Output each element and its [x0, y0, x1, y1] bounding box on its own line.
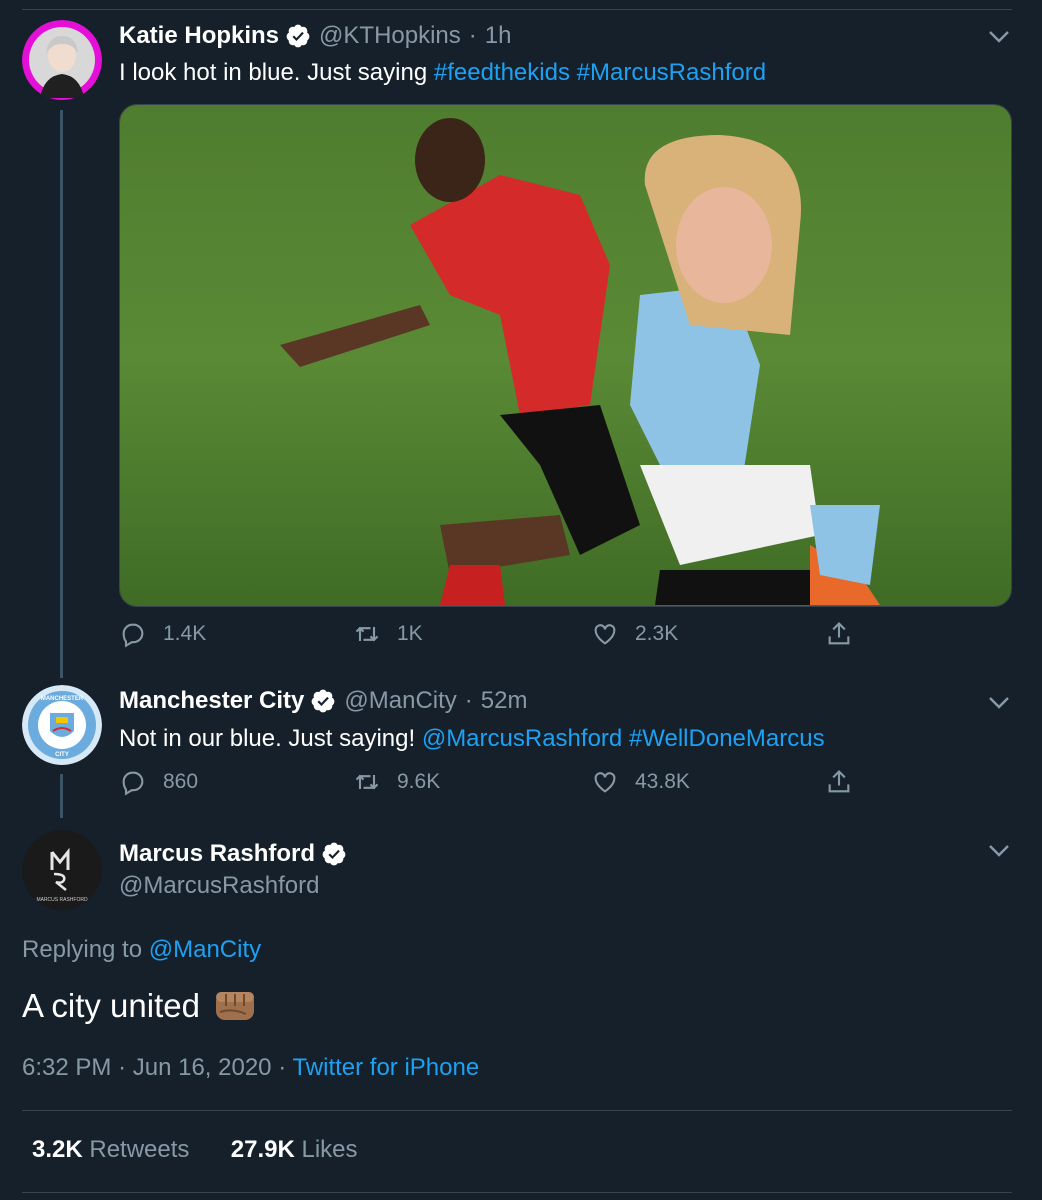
chevron-down-icon[interactable] [988, 30, 1010, 44]
hashtag-welldonemarcus[interactable]: #WellDoneMarcus [629, 725, 825, 752]
retweet-count: 1K [397, 622, 423, 645]
avatar-marcus-rashford[interactable]: MARCUS RASHFORD [22, 830, 102, 910]
replying-to-link[interactable]: @ManCity [149, 936, 261, 963]
tweet-source[interactable]: Twitter for iPhone [292, 1054, 479, 1081]
likes-label: Likes [301, 1136, 358, 1163]
logo-text-top: MANCHESTER [41, 696, 84, 702]
tweet-stats: 3.2K Retweets 27.9K Likes [32, 1136, 358, 1164]
main-tweet-body: A city united [22, 987, 200, 1024]
tweet-header: Manchester City @ManCity · 52m [119, 687, 527, 715]
share-action[interactable] [825, 768, 869, 796]
tweet-actions: 860 9.6K 43.8K [119, 768, 859, 802]
retweets-label: Retweets [89, 1136, 190, 1163]
avatar-katie-hopkins[interactable] [22, 20, 102, 100]
verified-badge-icon [312, 689, 335, 713]
display-name[interactable]: Marcus Rashford [119, 840, 315, 868]
retweet-icon [355, 626, 379, 642]
tweet-katie-hopkins[interactable]: Katie Hopkins @KTHopkins · 1h I look hot… [0, 0, 1042, 680]
like-action[interactable]: 43.8K [591, 768, 690, 796]
hashtag-feedthekids[interactable]: #feedthekids [434, 59, 570, 86]
logo-text-bottom: CITY [55, 752, 69, 758]
like-icon [594, 772, 616, 793]
chevron-down-icon[interactable] [988, 696, 1010, 710]
thread-line [60, 110, 63, 678]
tweet-actions: 1.4K 1K 2.3K [119, 620, 859, 654]
chevron-down-icon[interactable] [988, 844, 1010, 858]
display-name[interactable]: Manchester City [119, 687, 304, 715]
retweet-count: 9.6K [397, 770, 441, 793]
separator-dot: · [118, 1054, 127, 1081]
avatar-manchester-city[interactable]: MANCHESTER CITY [22, 685, 102, 765]
reply-icon [122, 623, 144, 648]
tweet-time[interactable]: 52m [481, 687, 528, 715]
retweets-count: 3.2K [32, 1136, 83, 1163]
tweet-time[interactable]: 6:32 PM [22, 1054, 111, 1081]
like-count: 2.3K [635, 622, 679, 645]
likes-stat[interactable]: 27.9K Likes [231, 1136, 358, 1163]
display-name[interactable]: Katie Hopkins [119, 22, 279, 50]
like-icon [594, 624, 616, 645]
like-action[interactable]: 2.3K [591, 620, 678, 648]
likes-count: 27.9K [230, 1136, 295, 1163]
verified-badge-icon [322, 842, 346, 866]
like-count: 43.8K [635, 770, 690, 793]
tweet-date[interactable]: Jun 16, 2020 [133, 1054, 272, 1081]
tweet-image[interactable] [119, 104, 1012, 607]
retweet-icon [355, 774, 379, 790]
reply-action[interactable]: 1.4K [119, 620, 206, 648]
reply-count: 1.4K [163, 622, 207, 645]
separator-dot: · [278, 1054, 287, 1081]
share-icon [828, 622, 850, 645]
tweet-header: Marcus Rashford [119, 840, 355, 868]
tweet-text-body: Not in our blue. Just saying! [119, 725, 422, 752]
user-handle[interactable]: @MarcusRashford [119, 872, 319, 900]
tweet-time[interactable]: 1h [485, 22, 512, 50]
retweet-action[interactable]: 9.6K [353, 768, 440, 796]
user-handle[interactable]: @KTHopkins [319, 22, 461, 50]
divider [22, 1192, 1012, 1193]
retweets-stat[interactable]: 3.2K Retweets [32, 1136, 189, 1163]
thread-line [60, 774, 63, 818]
fist-emoji-icon [215, 992, 254, 1020]
avatar-caption: MARCUS RASHFORD [36, 897, 88, 903]
reply-count: 860 [163, 770, 199, 793]
retweet-action[interactable]: 1K [353, 620, 423, 648]
reply-action[interactable]: 860 [119, 768, 198, 796]
replying-to-label: Replying to [22, 936, 149, 963]
tweet-meta: 6:32 PM · Jun 16, 2020 · Twitter for iPh… [22, 1054, 479, 1082]
tweet-text: Not in our blue. Just saying! @MarcusRas… [119, 725, 825, 753]
share-action[interactable] [825, 620, 869, 648]
separator-dot: · [464, 687, 473, 714]
mention-marcusrashford[interactable]: @MarcusRashford [422, 725, 622, 752]
main-tweet-text: A city united [22, 986, 258, 1026]
replying-to: Replying to @ManCity [22, 936, 261, 964]
reply-icon [122, 771, 144, 796]
verified-badge-icon [286, 24, 310, 48]
tweet-manchester-city[interactable]: MANCHESTER CITY Manchester City @ManCity… [0, 680, 1042, 820]
tweet-header: Katie Hopkins @KTHopkins · 1h [119, 22, 511, 50]
hashtag-marcusrashford[interactable]: #MarcusRashford [577, 59, 766, 86]
tweet-text-body: I look hot in blue. Just saying [119, 59, 434, 86]
tweet-text: I look hot in blue. Just saying #feedthe… [119, 59, 766, 87]
divider [22, 1110, 1012, 1111]
user-handle[interactable]: @ManCity [344, 687, 456, 715]
separator-dot: · [468, 22, 477, 49]
share-icon [828, 770, 850, 793]
